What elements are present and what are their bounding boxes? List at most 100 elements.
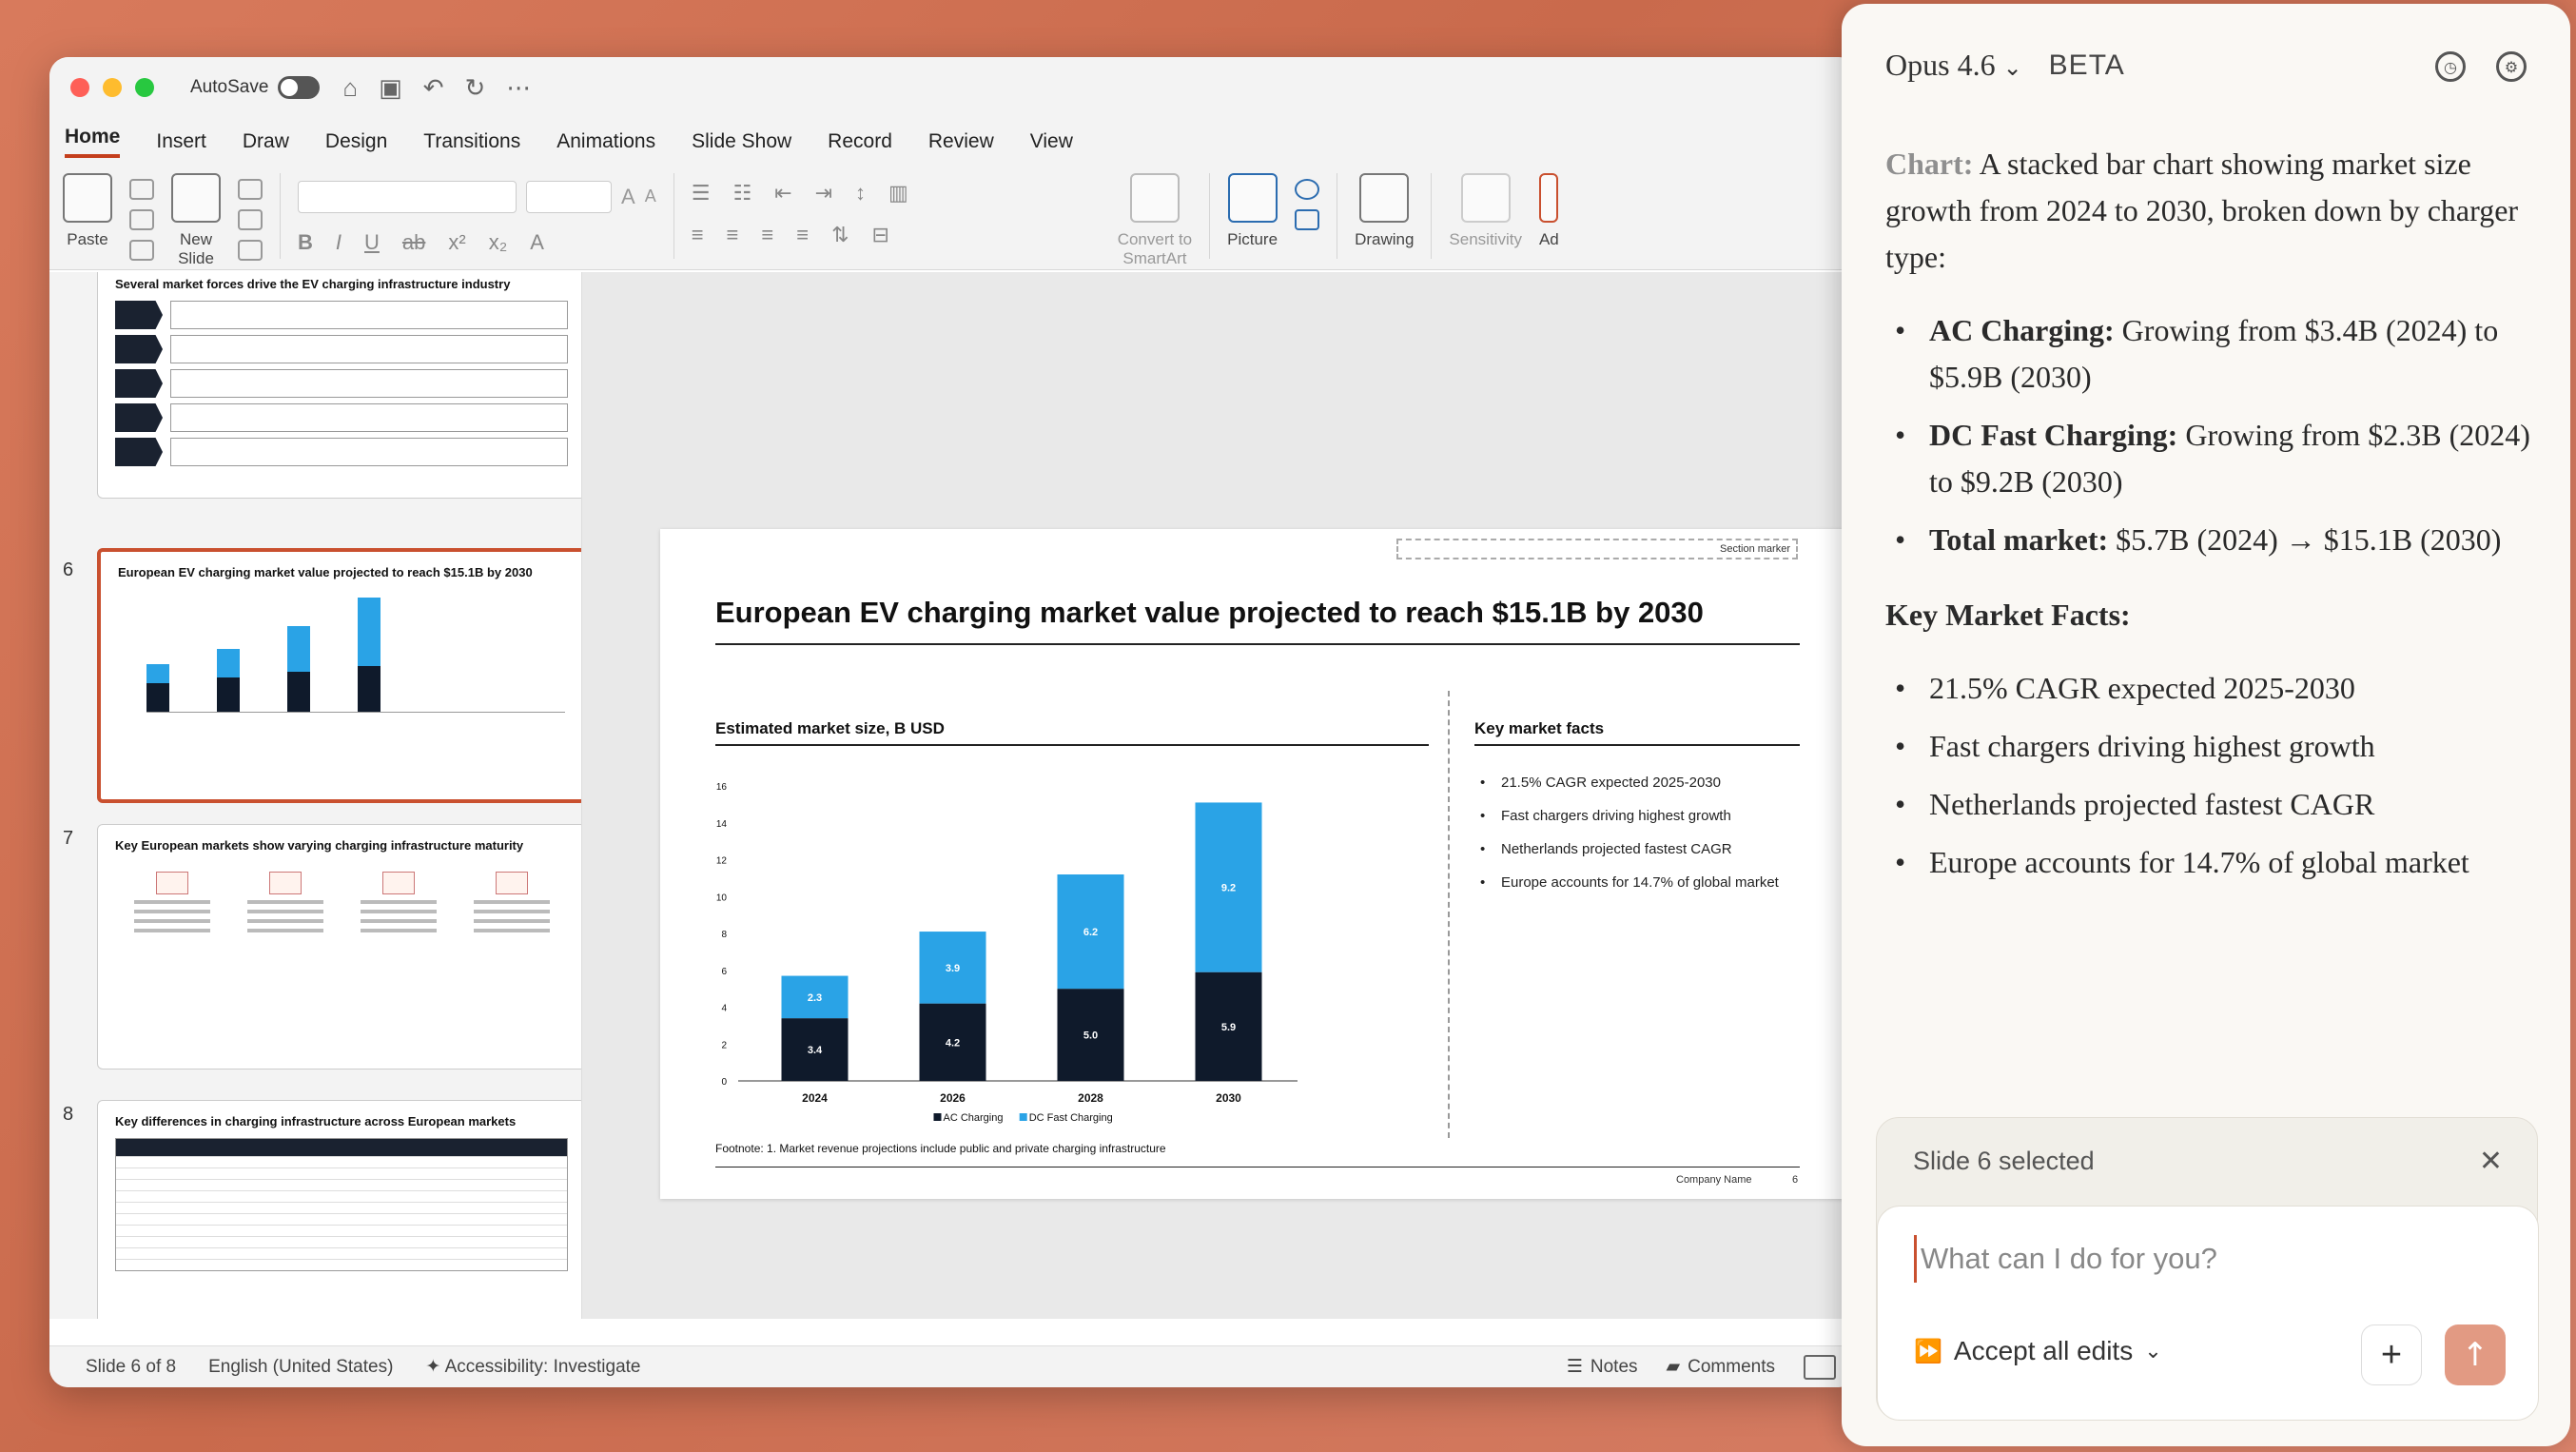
line-spacing-icon[interactable]: ↕ [855,181,866,206]
reset-icon[interactable] [238,209,263,230]
history-icon[interactable]: ◷ [2435,51,2466,82]
font-family-select[interactable] [298,181,517,213]
zoom-window-button[interactable] [135,78,154,97]
panel-header: Opus 4.6 ⌄ BETA [1885,48,2125,83]
underline-icon[interactable]: U [364,230,380,255]
text-color-icon[interactable]: A [530,230,544,255]
home-icon[interactable]: ⌂ [342,73,358,103]
footnote[interactable]: Footnote: 1. Market revenue projections … [715,1142,1166,1155]
layout-icon[interactable] [238,179,263,200]
superscript-icon[interactable]: x² [448,230,465,255]
tab-slide-show[interactable]: Slide Show [692,130,791,153]
bullet-ac-charging: AC Charging: Growing from $3.4B (2024) t… [1885,307,2542,401]
autosave-toggle[interactable] [278,76,321,99]
facts-list[interactable]: 21.5% CAGR expected 2025-2030 Fast charg… [1480,775,1779,908]
tab-draw[interactable]: Draw [243,130,289,153]
slide-editor[interactable]: Section marker European EV charging mark… [582,272,1857,1319]
redo-icon[interactable]: ↻ [465,73,486,103]
text-direction-icon[interactable]: ⇅ [831,223,849,247]
align-text-icon[interactable]: ⊟ [872,223,889,247]
align-center-icon[interactable]: ≡ [727,223,739,247]
justify-icon[interactable]: ≡ [796,223,809,247]
language-status[interactable]: English (United States) [208,1357,393,1378]
convert-label-line1: Convert to [1117,230,1193,248]
subscript-icon[interactable]: x₂ [489,230,508,255]
facts-title[interactable]: Key market facts [1474,719,1604,738]
tab-transitions[interactable]: Transitions [423,130,520,153]
tab-record[interactable]: Record [828,130,892,153]
font-size-select[interactable] [526,181,612,213]
cut-icon[interactable] [129,179,154,200]
drawing-button[interactable]: Drawing [1355,173,1414,249]
bullets-icon[interactable]: ☰ [692,181,711,206]
slide-thumbnail-6[interactable]: European EV charging market value projec… [97,548,581,803]
tab-insert[interactable]: Insert [156,130,206,153]
thumbnail-columns [115,872,568,932]
undo-icon[interactable]: ↶ [423,73,444,103]
y-tick-label: 10 [716,893,728,903]
italic-icon[interactable]: I [336,230,342,255]
text-box-icon[interactable] [1295,209,1320,230]
normal-view-button[interactable] [1804,1354,1836,1380]
stacked-bar-chart[interactable]: 0 2 4 6 8 10 12 14 16 3.4 2.3 2024 4.2 3.9 2026 5.0 6.2 2… [698,752,1440,1132]
sensitivity-button[interactable]: Sensitivity [1449,173,1522,249]
slide-thumbnail-7[interactable]: Key European markets show varying chargi… [97,824,581,1069]
current-slide[interactable]: Section marker European EV charging mark… [660,529,1849,1199]
convert-smartart-button[interactable]: Convert to SmartArt [1118,173,1192,268]
chat-input[interactable] [1914,1235,2485,1283]
align-right-icon[interactable]: ≡ [761,223,773,247]
comment-icon: ▰ [1666,1357,1681,1377]
slide-thumbnail-8[interactable]: Key differences in charging infrastructu… [97,1100,581,1319]
chart-title[interactable]: Estimated market size, B USD [715,719,945,738]
data-label: 3.4 [808,1045,823,1056]
section-marker[interactable]: Section marker [1396,539,1798,559]
facts-rule [1474,744,1800,746]
fact-bullet: Fast chargers driving highest growth [1885,723,2542,770]
numbering-icon[interactable]: ☷ [732,181,751,206]
tab-home[interactable]: Home [65,126,121,158]
decrease-indent-icon[interactable]: ⇤ [774,181,791,206]
accessibility-status[interactable]: ✦ Accessibility: Investigate [425,1356,640,1378]
add-attachment-button[interactable]: + [2361,1324,2422,1385]
align-left-icon[interactable]: ≡ [692,223,704,247]
close-window-button[interactable] [70,78,89,97]
slide-thumbnail-pane[interactable]: Several market forces drive the EV charg… [49,272,582,1319]
addins-button[interactable]: Ad [1539,173,1559,249]
comments-button[interactable]: ▰ Comments [1667,1356,1775,1378]
increase-font-icon[interactable]: A [621,185,635,213]
strikethrough-icon[interactable]: ab [402,230,425,255]
thumbnail-column [356,872,441,932]
shapes-icon[interactable] [1295,179,1320,200]
send-button[interactable]: ↑ [2445,1324,2506,1385]
slide-title[interactable]: European EV charging market value projec… [715,596,1704,630]
close-icon[interactable]: ✕ [2479,1145,2503,1178]
model-selector[interactable]: Opus 4.6 ⌄ [1885,48,2022,83]
more-icon[interactable]: ⋯ [506,73,531,103]
columns-icon[interactable]: ▥ [888,181,908,206]
x-tick-label: 2024 [802,1091,828,1105]
thumbnail-box [170,301,568,329]
tab-animations[interactable]: Animations [556,130,655,153]
minimize-window-button[interactable] [103,78,122,97]
increase-indent-icon[interactable]: ⇥ [815,181,832,206]
y-tick-label: 12 [716,856,728,867]
copy-icon[interactable] [129,209,154,230]
bold-icon[interactable]: B [298,230,313,255]
gear-icon[interactable]: ⚙ [2496,51,2527,82]
slide-tools [238,179,263,261]
picture-button[interactable]: Picture [1227,173,1278,249]
panel-header-actions: ◷ ⚙ [2435,51,2527,82]
section-icon[interactable] [238,240,263,261]
format-painter-icon[interactable] [129,240,154,261]
tab-design[interactable]: Design [325,130,387,153]
save-icon[interactable]: ▣ [379,73,402,103]
paste-button[interactable]: Paste [63,173,112,249]
new-slide-button[interactable]: New Slide [171,173,221,268]
legend-label: DC Fast Charging [1029,1112,1113,1124]
accept-all-edits-button[interactable]: ⏩ Accept all edits ⌄ [1914,1336,2162,1366]
tab-view[interactable]: View [1030,130,1073,153]
notes-button[interactable]: ☰ Notes [1567,1356,1638,1378]
slide-thumbnail-5[interactable]: Several market forces drive the EV charg… [97,272,581,499]
decrease-font-icon[interactable]: A [645,186,656,213]
tab-review[interactable]: Review [928,130,994,153]
